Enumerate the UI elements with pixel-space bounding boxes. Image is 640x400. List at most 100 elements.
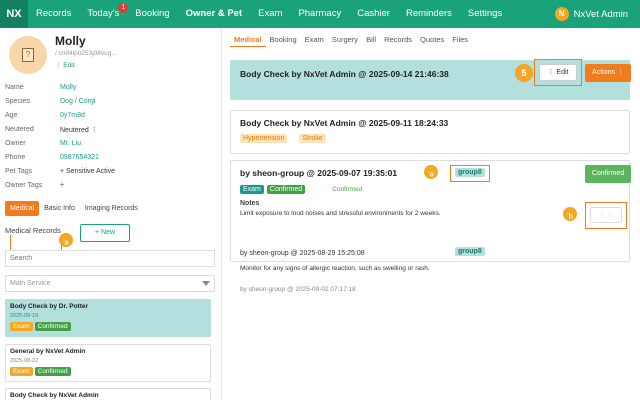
highlight-box [10,235,62,251]
info-key: Species [5,98,30,105]
tab-basic-info[interactable]: Basic Info [39,201,80,216]
info-key: Name [5,84,24,91]
info-row-phone: Phone 0987654321 [5,154,99,161]
confirmed-button[interactable]: Confirmed [585,165,631,183]
record-title: Body Check by Dr. Potter [10,303,89,310]
tag-exam: Exam [240,185,264,194]
entry-title[interactable]: by sheon-group @ 2025-09-02 07:17:18 [240,286,356,293]
user-name: NxVet Admin [573,8,628,20]
tab-bill[interactable]: Bill [362,33,380,47]
service-select[interactable]: Main Service [5,275,215,292]
pet-id: / cmf4lp0253j08vug... [55,50,117,57]
record-item[interactable]: Body Check by Dr. Potter 2025-09-19 Exam… [5,299,211,337]
nav-pharmacy[interactable]: Pharmacy [290,0,349,28]
entry-title[interactable]: by sheon-group @ 2025-08-29 15:25:08 [240,250,365,257]
group-tag: group8 [455,168,485,177]
tab-imaging-records[interactable]: Imaging Records [80,201,143,216]
status-text: Confirmed [332,186,363,193]
tab-surgery[interactable]: Surgery [328,33,362,47]
tag-exam: Exam [10,367,33,376]
info-row-pet-tags: Pet Tags + Sensitive Active [5,168,115,175]
tag-stroke: Stroke [299,134,326,143]
entry-title: Body Check by NxVet Admin @ 2025-09-11 1… [240,118,449,128]
info-key: Age [5,112,18,119]
record-tags: Exam Confirmed [10,367,206,376]
info-row-age: Age 0y7m8d [5,112,85,119]
pet-photo-placeholder-icon: ? [22,48,34,62]
record-tags: Exam Confirmed [10,322,206,331]
marker-b-label: b [568,213,573,221]
info-key: Pet Tags [5,168,33,175]
record-entry[interactable]: Body Check by NxVet Admin @ 2025-09-11 1… [230,110,630,154]
tag-confirmed: Confirmed [34,367,71,376]
info-key: Owner Tags [5,182,43,189]
info-value[interactable]: Neutered ⋮ [60,126,98,134]
tab-quotes[interactable]: Quotes [416,33,448,47]
info-row-species: Species Dog / Corgi [5,98,95,105]
nav-cashier[interactable]: Cashier [349,0,398,28]
pet-sidebar: ? Molly / cmf4lp0253j08vug... ⋮ Edit Nam… [0,28,222,400]
group-tag: group8 [455,247,485,256]
nav-todays[interactable]: Today's 1 [79,0,129,28]
pet-avatar: ? [9,36,47,74]
user-avatar: N [554,7,569,21]
tab-exam[interactable]: Exam [301,33,328,47]
nav-settings[interactable]: Settings [460,0,510,28]
info-value: 0y7m8d [60,112,85,119]
info-row-neutered: Neutered Neutered ⋮ [5,126,98,134]
tag-confirmed: Confirmed [34,322,71,331]
pet-edit-link[interactable]: ⋮ Edit [55,61,75,69]
detail-tabs: Medical Booking Exam Surgery Bill Record… [230,33,472,47]
chevron-down-icon [202,281,210,286]
actions-button[interactable]: Actions ⋮ [585,64,631,82]
info-key: Neutered [5,126,34,133]
owner-link[interactable]: Mr. Liu [60,140,81,147]
entry-text: Monitor for any signs of allergic reacti… [240,265,430,272]
record-search-input[interactable] [5,250,215,267]
nav-reminders[interactable]: Reminders [398,0,460,28]
record-item[interactable]: Body Check by NxVet Admin [5,388,211,400]
tab-medical[interactable]: Medical [5,201,40,216]
owner-tags-add[interactable]: + [60,182,64,189]
tag-hypertension: Hypertension [240,134,288,143]
marker-b: •b [563,207,577,221]
top-nav-bar: NX Records Today's 1 Booking Owner & Pet … [0,0,640,28]
tab-medical-detail[interactable]: Medical [230,33,266,47]
nav-booking[interactable]: Booking [127,0,177,28]
edit-button[interactable]: ⋮ Edit [539,64,577,81]
pet-tags-value[interactable]: + Sensitive Active [60,168,115,175]
nav-records[interactable]: Records [28,0,79,28]
nav-todays-label: Today's [87,8,120,19]
info-row-owner: Owner Mr. Liu [5,140,81,147]
record-detail-panel: Medical Booking Exam Surgery Bill Record… [230,28,640,400]
tab-records[interactable]: Records [380,33,416,47]
info-key: Phone [5,154,26,161]
app-logo[interactable]: NX [0,0,28,28]
nav-owner-pet[interactable]: Owner & Pet [178,0,251,28]
new-record-button[interactable]: + New [80,224,130,242]
tab-files[interactable]: Files [448,33,472,47]
entry-options-button[interactable]: ⋮ ⋮ [590,207,622,223]
marker-a-label: a [64,239,69,247]
left-tabs: Medical Basic Info Imaging Records [5,201,143,216]
user-menu[interactable]: N NxVet Admin [554,0,628,28]
info-row-name: Name Molly [5,84,76,91]
marker-a: •a [59,233,73,247]
diagnosis-tags: Hypertension Stroke [240,133,620,143]
record-title: General by NxVet Admin [10,348,86,355]
step-badge: 5 [515,64,533,82]
marker-a-label: a [429,171,434,179]
info-value: Molly [60,84,77,91]
record-date: 2025-09-19 [10,313,39,319]
info-value: 0987654321 [60,154,99,161]
info-row-owner-tags: Owner Tags + [5,182,64,189]
tab-booking[interactable]: Booking [266,33,301,47]
marker-a: •a [424,165,438,179]
info-value: Dog / Corgi [60,98,96,105]
pet-name: Molly [55,34,86,48]
record-item[interactable]: General by NxVet Admin 2025-08-22 Exam C… [5,344,211,382]
nav-exam[interactable]: Exam [250,0,290,28]
tag-confirmed: Confirmed [266,185,306,194]
info-key: Owner [5,140,26,147]
main-nav: Records Today's 1 Booking Owner & Pet Exa… [28,0,510,28]
